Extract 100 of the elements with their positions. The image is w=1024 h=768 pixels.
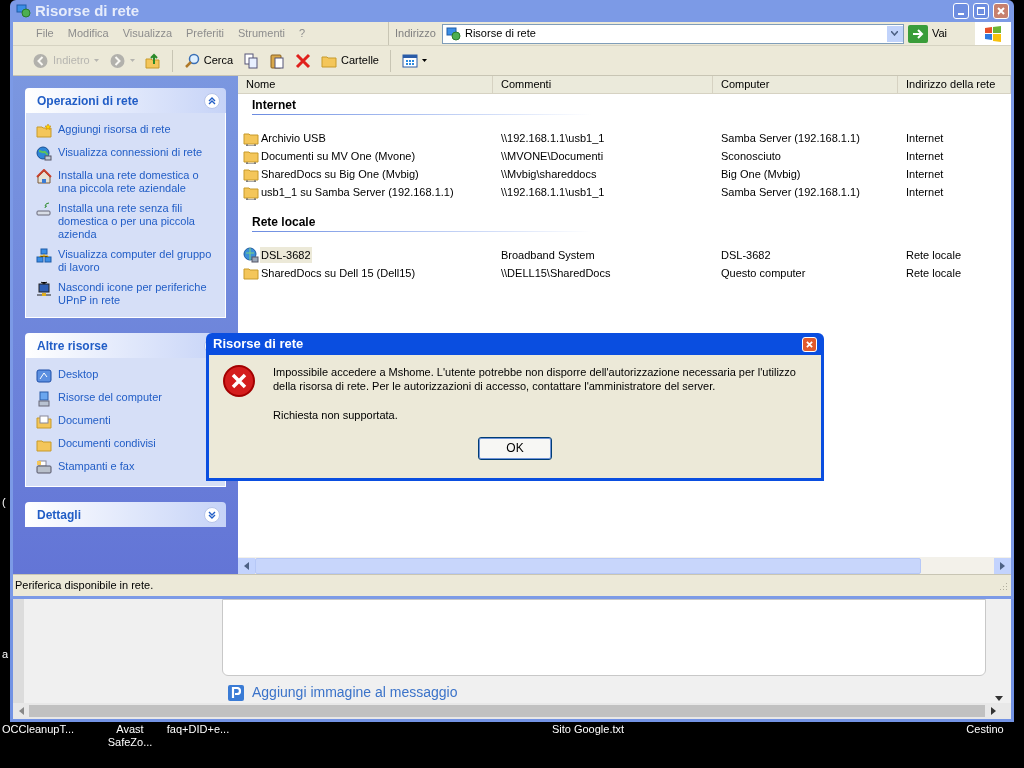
add-image-link[interactable]: Aggiungi immagine al messaggio	[252, 682, 458, 703]
error-icon	[223, 365, 255, 397]
panel-title: Operazioni di rete	[37, 92, 140, 110]
chevron-icon[interactable]	[204, 92, 220, 109]
shared-folder-icon	[243, 166, 259, 182]
address-label: Indirizzo	[394, 26, 437, 42]
table-cell-text: Questo computer	[720, 265, 807, 281]
task-link[interactable]: Desktop	[58, 368, 99, 381]
document-folder-icon	[36, 414, 52, 430]
table-cell-text: DSL-3682	[720, 247, 772, 263]
folder-up-icon	[144, 52, 161, 69]
table-cell-text: Big One (Mvbig)	[720, 166, 802, 182]
dropdown-caret-icon	[129, 59, 135, 62]
task-link[interactable]: Installa una rete domestica o una piccola rete aziendale	[58, 169, 215, 195]
minimize-button[interactable]	[953, 3, 969, 19]
column-header[interactable]: Commenti	[493, 76, 713, 93]
column-header[interactable]: Indirizzo della rete	[898, 76, 1011, 93]
table-cell-text: \\DELL15\SharedDocs	[500, 265, 612, 281]
scroll-down-arrow[interactable]	[994, 696, 1003, 701]
group-header: Rete locale	[252, 215, 317, 229]
desktop-text: (	[2, 495, 6, 510]
dialog-title: Risorse di rete	[213, 335, 305, 354]
close-icon	[806, 340, 813, 348]
table-cell-text: Internet	[905, 184, 945, 200]
close-button[interactable]	[993, 3, 1009, 19]
file-name[interactable]: Documenti su MV One (Mvone)	[260, 147, 417, 165]
desktop-icon-label[interactable]: OCCleanupT...	[2, 723, 80, 736]
desktop-icon-label[interactable]: Sito Google.txt	[548, 723, 628, 736]
left-arrow-icon	[244, 561, 249, 570]
scroll-right-arrow[interactable]	[990, 707, 996, 715]
network-computer-icon	[444, 25, 461, 42]
windows-logo	[975, 22, 1011, 45]
search-icon	[183, 52, 200, 69]
folder-icon	[36, 437, 52, 453]
desktop-icon-label[interactable]: faq+DID+e...	[158, 723, 238, 736]
close-icon	[997, 7, 1005, 15]
file-name[interactable]: SharedDocs su Big One (Mvbig)	[260, 165, 420, 183]
network-computer-icon	[15, 3, 31, 19]
panel-title: Dettagli	[37, 506, 82, 524]
shared-folder-icon	[243, 130, 259, 146]
error-message: Impossibile accedere a Mshome. L'utente potrebbe non disporre dell'autorizzazione necessaria per l'utilizzo della risorsa di rete. Per le autorizzazioni di accesso, contattare l'amministratore del server.	[273, 365, 797, 393]
desktop-icon-label[interactable]: Cestino	[955, 723, 1015, 736]
dropdown-button[interactable]	[886, 25, 903, 42]
file-name[interactable]: Archivio USB	[260, 129, 327, 147]
file-name[interactable]: SharedDocs su Dell 15 (Dell15)	[260, 264, 417, 282]
column-header[interactable]: Nome	[238, 76, 493, 93]
task-link[interactable]: Stampanti e fax	[58, 460, 135, 473]
folder-icon	[36, 123, 52, 139]
copy-icon	[243, 52, 260, 69]
close-x-icon	[295, 52, 312, 69]
table-cell-text: Rete locale	[905, 265, 963, 281]
desktop-icon-label[interactable]: Avast SafeZo...	[100, 723, 160, 749]
ok-button[interactable]: OK	[478, 436, 552, 460]
table-cell-text: Samba Server (192.168.1.1)	[720, 130, 861, 146]
maximize-button[interactable]	[973, 3, 989, 19]
desktop-icon	[36, 368, 52, 384]
table-cell-text: Internet	[905, 130, 945, 146]
task-link[interactable]: Installa una rete senza fili domestica o per una piccola azienda	[58, 202, 215, 241]
go-button[interactable]: Vai	[903, 24, 952, 43]
dropdown-caret-icon	[93, 59, 99, 62]
scroll-left-button[interactable]	[238, 557, 255, 574]
file-name[interactable]: DSL-3682	[260, 246, 312, 264]
table-cell-text: Internet	[905, 166, 945, 182]
task-link[interactable]: Visualizza connessioni di rete	[58, 146, 203, 159]
scrollbar-thumb[interactable]	[29, 705, 985, 717]
house-icon	[36, 169, 52, 185]
close-button[interactable]	[802, 336, 817, 352]
search-button[interactable]: Cerca	[180, 48, 237, 73]
chevron-icon[interactable]	[204, 506, 220, 523]
table-cell-text: Rete locale	[905, 247, 963, 263]
task-link[interactable]: Visualizza computer del gruppo di lavoro	[58, 248, 215, 274]
address-text: Risorse di rete	[464, 26, 537, 42]
status-text: Periferica disponibile in rete.	[15, 578, 155, 594]
globe-icon	[36, 146, 52, 162]
printer-icon	[36, 460, 52, 476]
table-cell-text: Samba Server (192.168.1.1)	[720, 184, 861, 200]
column-header[interactable]: Computer	[713, 76, 898, 93]
task-link[interactable]: Documenti condivisi	[58, 437, 156, 450]
table-cell-text: Internet	[905, 148, 945, 164]
network-computer-icon	[243, 247, 259, 263]
error-detail: Richiesta non supportata.	[273, 408, 399, 423]
file-name[interactable]: usb1_1 su Samba Server (192.168.1.1)	[260, 183, 455, 201]
task-link[interactable]: Risorse del computer	[58, 391, 162, 404]
shared-folder-icon	[243, 148, 259, 164]
window-title: Risorse di rete	[35, 0, 140, 21]
table-cell-text: Broadband System	[500, 247, 596, 263]
task-link[interactable]: Nascondi icone per periferiche UPnP in rete	[58, 281, 215, 307]
task-link[interactable]: Aggiungi risorsa di rete	[58, 123, 171, 136]
views-icon	[401, 52, 418, 69]
scroll-right-button[interactable]	[994, 557, 1011, 574]
monitor-icon	[36, 281, 52, 297]
group-header: Internet	[252, 98, 297, 112]
scroll-left-arrow[interactable]	[18, 707, 24, 715]
task-link[interactable]: Documenti	[58, 414, 111, 427]
horizontal-scrollbar[interactable]	[13, 703, 1011, 719]
resize-grip[interactable]	[998, 580, 1008, 591]
panel-title: Altre risorse	[37, 337, 109, 355]
address-field[interactable]: Risorse di rete	[441, 23, 904, 44]
folders-button[interactable]: Cartelle	[318, 48, 382, 73]
wireless-icon	[36, 202, 52, 218]
